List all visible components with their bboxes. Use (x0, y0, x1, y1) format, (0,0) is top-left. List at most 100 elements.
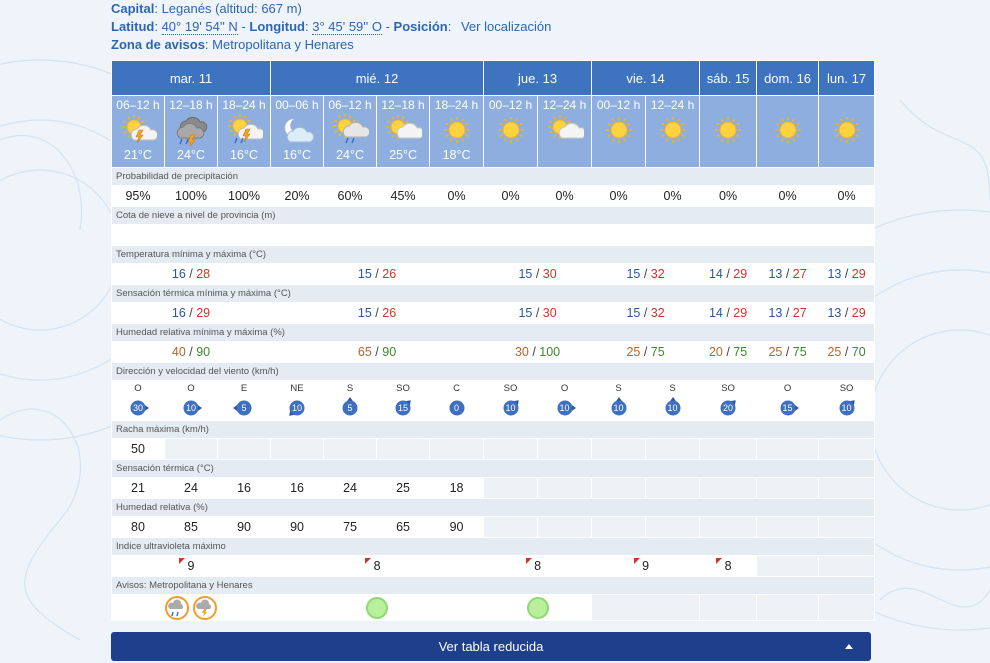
racha-cell (591, 438, 647, 460)
period-label: 12–18 h (169, 98, 213, 112)
wind-speed: 20 (723, 403, 734, 413)
hum-minmax-cell: 25 / 70 (818, 341, 876, 363)
temp-minmax-cell: 13 / 29 (818, 263, 876, 285)
wind-direction: NE (290, 383, 304, 394)
precip-cell: 45% (376, 185, 431, 207)
period-label: 18–24 h (434, 98, 479, 112)
no-warning-icon[interactable] (526, 596, 549, 619)
snow-cell (483, 224, 539, 246)
sun-cloud-icon (386, 115, 423, 139)
min-value: 13 (768, 306, 783, 320)
temp-minmax-cell: 14 / 29 (699, 263, 758, 285)
wind-speed: 10 (185, 403, 196, 413)
snow-cell (216, 224, 272, 246)
max-value: 26 (382, 267, 397, 281)
sens-t-row: 21 24 16 16 24 25 18 (111, 477, 876, 499)
racha-cell (818, 438, 876, 460)
precip-cell: 0% (818, 185, 876, 207)
max-value: 75 (733, 345, 748, 359)
temp-minmax-cell: 15 / 26 (270, 263, 485, 285)
period-temp: 24°C (336, 148, 364, 162)
location-header: Capital: Leganés (altitud: 667 m) Latitu… (111, 0, 871, 54)
hum-minmax-cell: 20 / 75 (699, 341, 758, 363)
min-value: 14 (708, 267, 723, 281)
uv-value: 8 (534, 559, 542, 573)
precip-cell: 20% (270, 185, 325, 207)
period-label (700, 96, 756, 112)
period-cell: 18–24 h 16°C (216, 95, 272, 168)
sens-t-cell (537, 477, 593, 499)
sun-icon (774, 117, 801, 143)
latitude-value: 40° 19' 54'' N (161, 19, 238, 35)
wind-direction: S (669, 383, 676, 394)
wind-direction: C (453, 383, 460, 394)
snow-cell (323, 224, 378, 246)
sens-t-cell: 21 (111, 477, 165, 499)
uv-row: 9 8 8 9 8 (110, 555, 876, 577)
max-value: 28 (196, 267, 211, 281)
latitude-label: Latitud (111, 19, 155, 34)
wind-direction: SO (396, 383, 410, 394)
min-value: 25 (626, 345, 641, 359)
snow-cell (270, 224, 325, 246)
period-label: 00–12 h (488, 98, 533, 112)
sens-t-cell (483, 477, 539, 499)
max-value: 26 (382, 306, 397, 320)
storm-warning-icon[interactable] (193, 595, 218, 620)
temp-minmax-cell: 15 / 32 (591, 263, 701, 285)
max-value: 32 (650, 267, 665, 281)
period-cell: 12–18 h 24°C (164, 95, 218, 168)
day-header-row: mar. 11 mié. 12 jue. 13 vie. 14 sáb. 15 dom. … (110, 60, 876, 96)
snow-label: Cota de nieve a nivel de provincia (m) (110, 206, 876, 225)
max-value: 29 (851, 306, 866, 320)
forecast-table-container: mar. 11 mié. 12 jue. 13 vie. 14 sáb. 15 dom. … (110, 60, 876, 621)
precip-cell: 0% (537, 185, 593, 207)
longitude-value: 3° 45' 59'' O (312, 19, 382, 35)
day-header: jue. 13 (483, 60, 593, 96)
max-value: 29 (733, 306, 748, 320)
max-value: 70 (851, 345, 866, 359)
position-label: Posición (393, 19, 448, 34)
uv-value: 9 (642, 559, 650, 573)
wind-cell: SO 20 (699, 380, 758, 421)
racha-cell (699, 438, 758, 460)
period-cell: 00–12 h (591, 95, 647, 168)
uv-flag-icon (633, 558, 640, 564)
hum-r-cell (537, 516, 593, 538)
moon-cloud-icon (284, 118, 315, 143)
racha-cell: 50 (111, 438, 165, 460)
period-cell: 12–24 h (537, 95, 593, 168)
wind-speed: 15 (398, 403, 409, 413)
racha-cell (645, 438, 701, 460)
wind-direction: O (560, 383, 569, 394)
hum-r-cell: 90 (216, 516, 272, 538)
uv-value: 8 (373, 559, 381, 573)
min-value: 15 (518, 306, 533, 320)
period-temp: 18°C (442, 148, 471, 162)
racha-cell (376, 438, 431, 460)
sens-t-cell: 25 (376, 477, 431, 499)
view-reduced-table-button[interactable]: Ver tabla reducida (111, 632, 871, 661)
wind-cell: O 10 (164, 380, 218, 421)
period-cell (699, 95, 758, 168)
view-location-link[interactable]: Ver localización (461, 19, 551, 34)
no-warning-icon[interactable] (366, 596, 389, 619)
rain-storm-warning-icon[interactable] (165, 595, 190, 620)
sun-cloud-icon (547, 115, 584, 139)
period-label: 12–18 h (381, 98, 425, 112)
cloud-rain-storm-icon (176, 116, 208, 146)
sens-t-cell: 24 (323, 477, 378, 499)
uv-cell: 8 (483, 555, 593, 577)
sun-icon (443, 117, 470, 143)
period-temp: 16°C (283, 148, 311, 162)
temp-label: Temperatura mínima y máxima (°C) (110, 245, 876, 264)
min-value: 65 (357, 345, 372, 359)
max-value: 32 (650, 306, 665, 320)
period-label (757, 96, 818, 112)
wind-direction: O (783, 383, 792, 394)
period-label: 12–24 h (542, 98, 587, 112)
wind-speed: 0 (454, 403, 460, 413)
snow-cell (756, 224, 820, 246)
period-row: 06–12 h 21°C 12–18 h 24°C 18–24 h 16°C 00–06 h… (111, 95, 876, 168)
snow-cell (645, 224, 701, 246)
